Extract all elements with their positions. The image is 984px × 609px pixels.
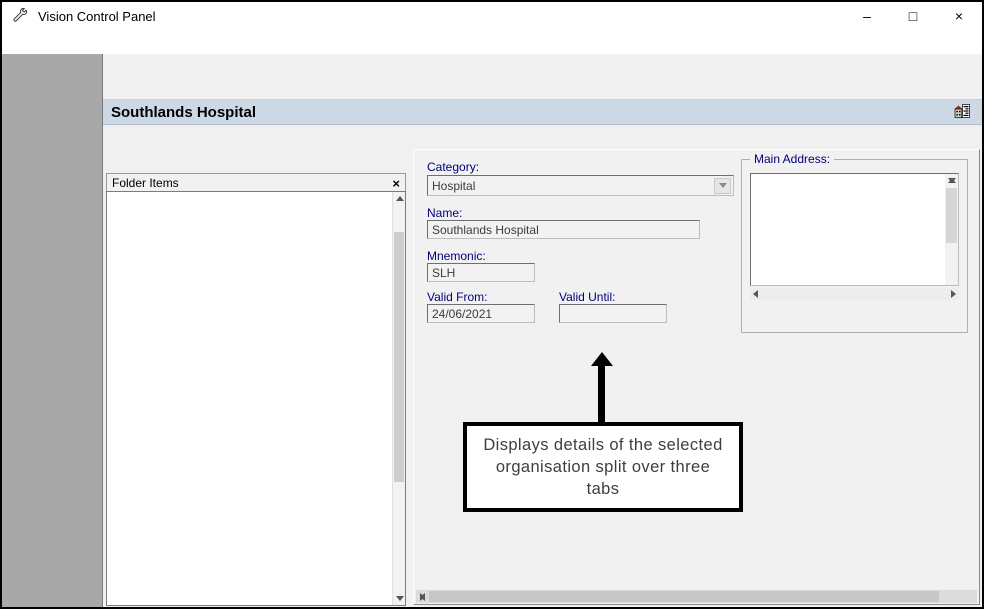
mnemonic-label: Mnemonic:: [427, 249, 486, 263]
address-vscrollbar[interactable]: [945, 174, 958, 285]
valid-from-field[interactable]: [427, 304, 535, 323]
title-bar: Vision Control Panel – □ ×: [2, 2, 982, 30]
main-area: Southlands Hospital Folder Items ×: [103, 54, 982, 607]
details-panel: Category: Hospital Name: Mnemonic: Valid…: [409, 125, 982, 607]
main-address-group: Main Address:: [741, 159, 968, 333]
annotation-callout: Displays details of the selected organis…: [463, 422, 743, 512]
window-body: Southlands Hospital Folder Items ×: [2, 54, 982, 607]
tree-scrollbar-thumb[interactable]: [394, 232, 404, 482]
maximize-button[interactable]: □: [890, 2, 936, 30]
address-vscrollbar-thumb[interactable]: [946, 188, 957, 243]
scroll-up-icon[interactable]: [393, 192, 406, 205]
scroll-right-icon[interactable]: [951, 290, 956, 298]
category-label: Category:: [427, 160, 479, 174]
window-controls: – □ ×: [844, 2, 982, 30]
annotation-text: Displays details of the selected organis…: [479, 434, 727, 501]
valid-until-label: Valid Until:: [559, 290, 615, 304]
window-title: Vision Control Panel: [38, 9, 156, 24]
organisation-icon: [954, 104, 974, 120]
navigator-tabs-row2: [106, 150, 409, 172]
valid-from-label: Valid From:: [427, 290, 487, 304]
folder-items-title: Folder Items: [112, 176, 179, 190]
main-address-label: Main Address:: [750, 152, 834, 166]
scroll-down-icon[interactable]: [393, 592, 406, 605]
category-combobox[interactable]: Hospital: [427, 175, 734, 196]
address-hscrollbar[interactable]: [750, 288, 959, 300]
navigator-panel: Folder Items ×: [103, 125, 409, 607]
details-tabs: [413, 128, 980, 149]
valid-until-field[interactable]: [559, 304, 667, 323]
annotation-arrow-head: [591, 352, 613, 366]
toolbar: [103, 54, 982, 100]
scroll-down-icon[interactable]: [945, 174, 958, 187]
chevron-down-icon[interactable]: [714, 178, 731, 194]
organisation-details-tabpage: Category: Hospital Name: Mnemonic: Valid…: [413, 149, 980, 605]
sidebar: [2, 54, 103, 607]
name-label: Name:: [427, 206, 462, 220]
tree-scrollbar[interactable]: [392, 192, 405, 605]
scroll-left-icon[interactable]: [753, 290, 758, 298]
close-button[interactable]: ×: [936, 2, 982, 30]
details-hscrollbar[interactable]: [416, 590, 977, 603]
menu-bar: [2, 30, 982, 54]
sidebar-nav: [2, 54, 102, 607]
scroll-right-icon[interactable]: [416, 590, 429, 603]
page-title: Southlands Hospital: [111, 104, 256, 121]
minimize-button[interactable]: –: [844, 2, 890, 30]
address-listbox[interactable]: [750, 173, 959, 286]
app-window: Vision Control Panel – □ × Southlands Ho…: [0, 0, 984, 609]
details-hscrollbar-thumb[interactable]: [429, 591, 939, 602]
close-icon[interactable]: ×: [392, 177, 400, 190]
content: Folder Items × Category:: [103, 125, 982, 607]
mnemonic-field[interactable]: [427, 263, 535, 282]
category-value: Hospital: [432, 179, 714, 193]
name-field[interactable]: [427, 220, 700, 239]
context-header: Southlands Hospital: [103, 100, 982, 125]
wrench-icon: [12, 7, 30, 25]
annotation-arrow-stem: [598, 365, 605, 423]
folder-tree: [106, 191, 406, 606]
navigator-tabs-row1: [106, 128, 409, 150]
folder-items-bar: Folder Items ×: [106, 173, 406, 193]
